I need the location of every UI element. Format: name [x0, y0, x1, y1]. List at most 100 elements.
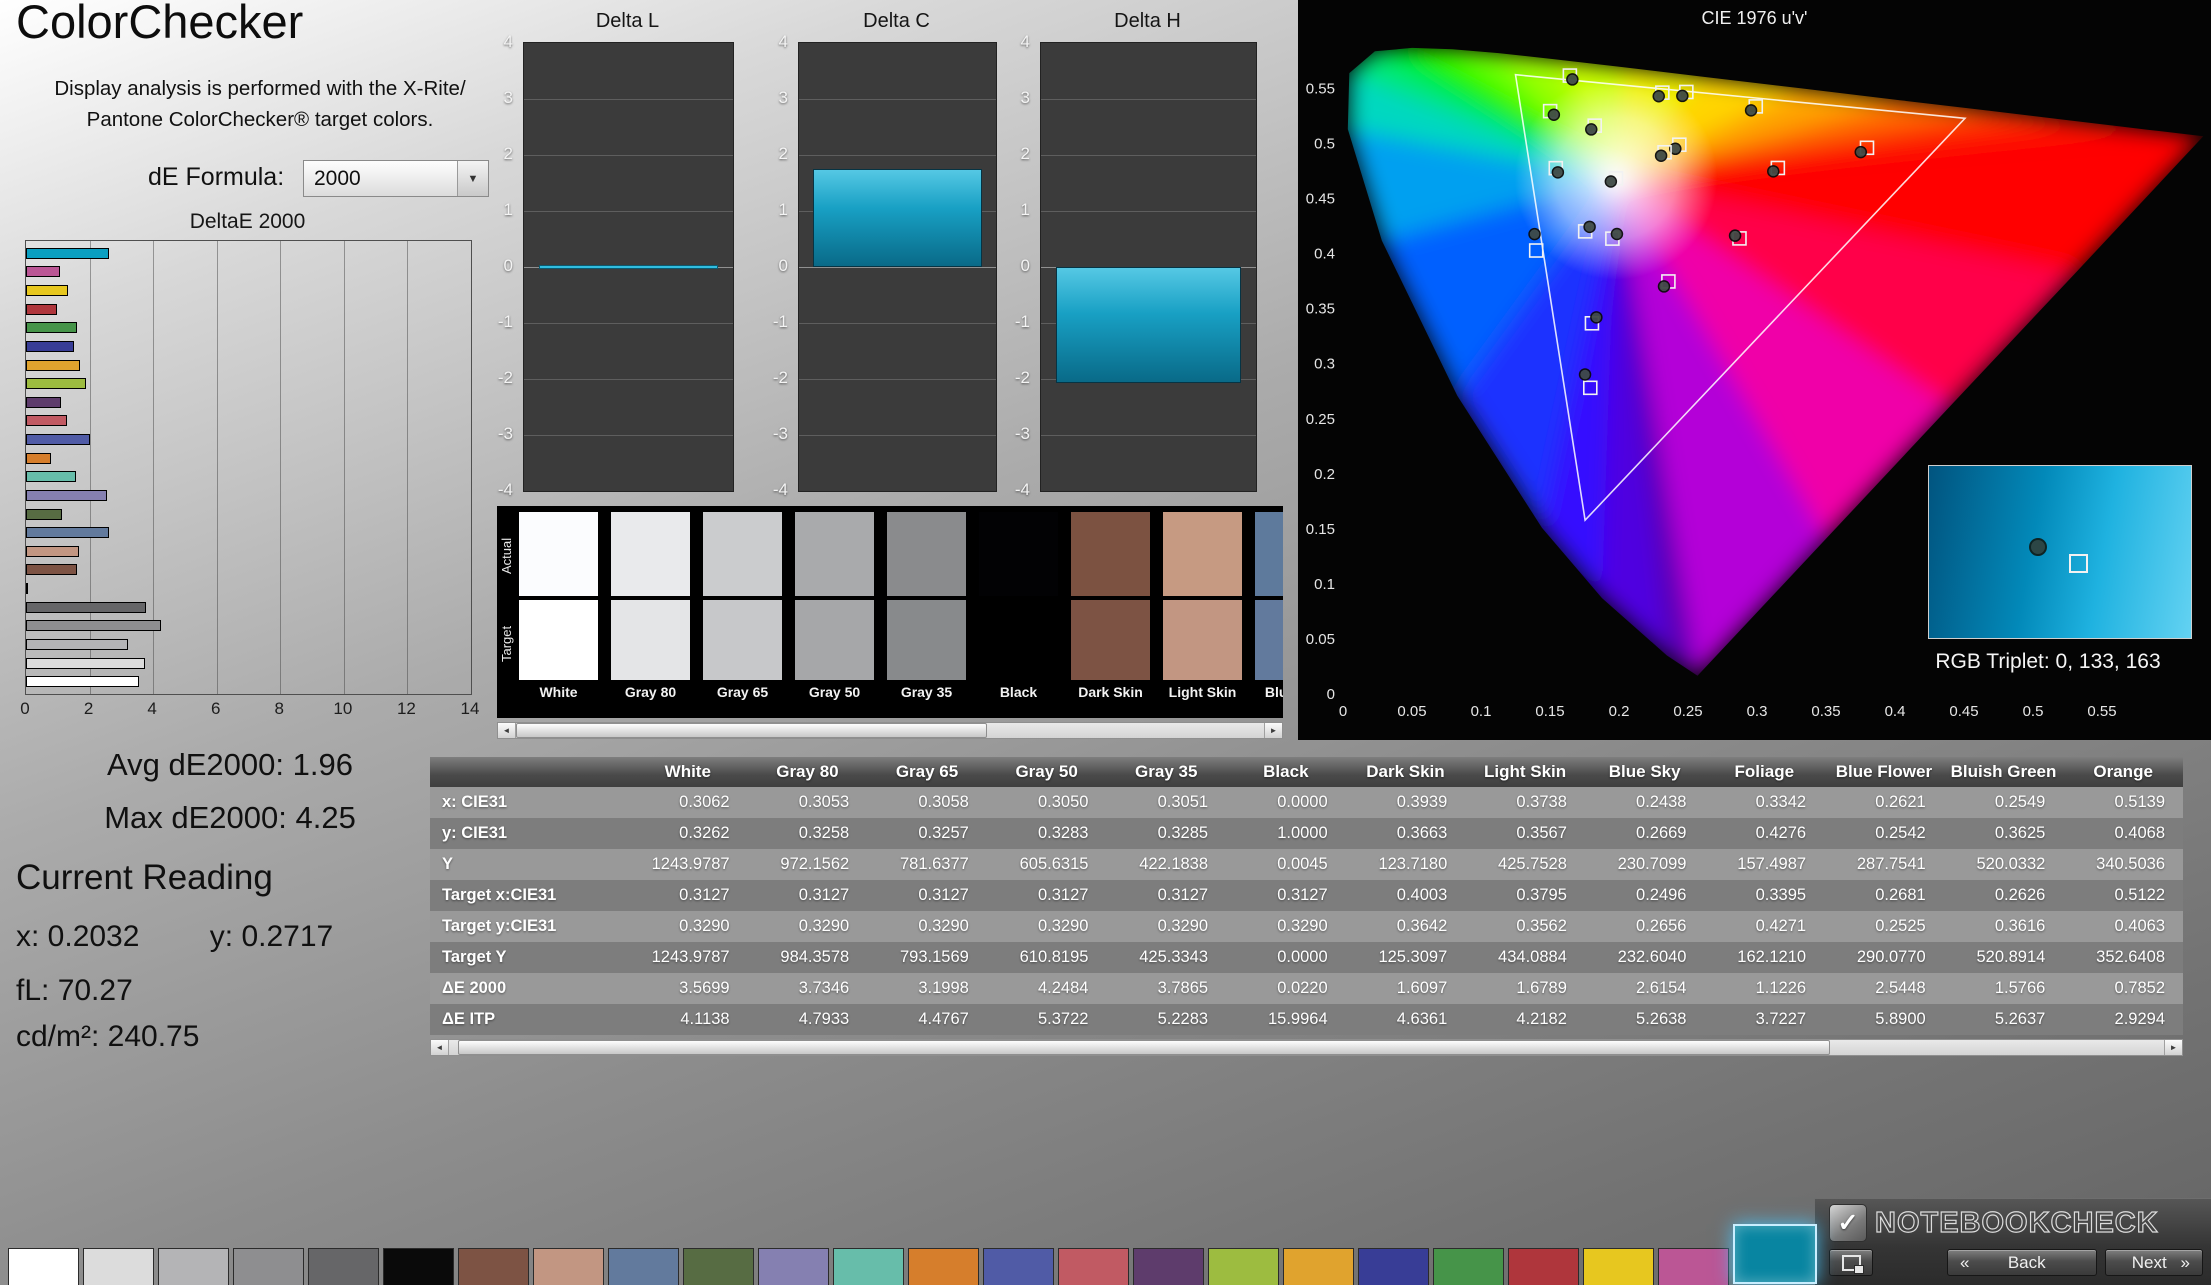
patch-red[interactable]: Red: [1508, 1248, 1579, 1285]
table-cell: 0.4068: [2063, 818, 2183, 849]
x-tick-label: 6: [210, 699, 221, 718]
column-header: Gray 80: [747, 757, 868, 787]
swatch-scrollbar-track[interactable]: [516, 723, 1264, 738]
patch-gray-50[interactable]: Gray 50: [233, 1248, 304, 1285]
patch-blue-flower[interactable]: Blue Flower: [758, 1248, 829, 1285]
table-scrollbar-track[interactable]: [449, 1040, 2164, 1055]
patch-foliage[interactable]: Foliage: [683, 1248, 754, 1285]
patch-swatch: [158, 1248, 229, 1285]
deltaE-chart-title: DeltaE 2000: [189, 210, 306, 233]
patch-black[interactable]: Black: [383, 1248, 454, 1285]
swatch-label: Gray 50: [808, 684, 861, 700]
patch-orange-yellow[interactable]: Orange Yellow: [1283, 1248, 1354, 1285]
table-cell: 0.3290: [867, 911, 987, 942]
patch-purple[interactable]: Purple: [1133, 1248, 1204, 1285]
deltaE-bar-blue-sky: [26, 527, 110, 539]
swatch-scrollbar-thumb[interactable]: [516, 723, 988, 738]
target-swatch: [979, 600, 1058, 680]
next-button[interactable]: Next »: [2105, 1249, 2203, 1276]
table-cell: 352.6408: [2063, 942, 2183, 973]
gridline: [799, 267, 996, 268]
patch-strip: WhiteGray 80Gray 65Gray 50Gray 35BlackDa…: [8, 1224, 1817, 1285]
table-cell: 0.3127: [867, 880, 987, 911]
swatch-label: Light Skin: [1168, 684, 1237, 700]
patch-moderate-red[interactable]: Moderate Red: [1058, 1248, 1129, 1285]
swatch-scrollbar[interactable]: ◄ ►: [497, 722, 1283, 739]
patch-gray-35[interactable]: Gray 35: [308, 1248, 379, 1285]
patch-cyan[interactable]: Cyan: [1733, 1224, 1817, 1285]
capture-button[interactable]: [1829, 1249, 1873, 1276]
bar-row: [26, 434, 471, 446]
table-cell: 0.4003: [1345, 880, 1466, 911]
table-scrollbar[interactable]: ◄ ►: [430, 1039, 2183, 1056]
bar-row: [26, 508, 471, 520]
x-tick-label: 12: [396, 699, 416, 718]
y-tick-label: 0.2: [1314, 466, 1335, 483]
gridline: [524, 323, 733, 324]
de-formula-value: 2000: [314, 166, 361, 190]
scroll-right-icon[interactable]: ►: [1264, 723, 1282, 738]
table-cell: 5.2638: [1584, 1004, 1705, 1035]
patch-magenta[interactable]: Magenta: [1658, 1248, 1729, 1285]
de-formula-dropdown[interactable]: 2000 ▼: [303, 160, 489, 197]
patch-yellow-green[interactable]: Yellow Green: [1208, 1248, 1279, 1285]
y-tick-label: 0.3: [1314, 356, 1335, 373]
bar-row: [26, 564, 471, 576]
scroll-left-icon[interactable]: ◄: [498, 723, 516, 738]
measured-marker-white: [1604, 175, 1618, 188]
table-cell: 0.3290: [1226, 911, 1346, 942]
patch-yellow[interactable]: Yellow: [1583, 1248, 1654, 1285]
table-cell: 0.3262: [628, 818, 748, 849]
measured-marker-light-skin: [1654, 149, 1668, 162]
patch-blue-sky[interactable]: Blue Sky: [608, 1248, 679, 1285]
table-cell: 0.3939: [1345, 787, 1466, 818]
table-row: x: CIE31 0.3062 0.3053 0.3058 0.3050 0.3051 0.…: [430, 787, 2183, 818]
current-x: x: 0.2032: [16, 920, 140, 953]
patch-dark-skin[interactable]: Dark Skin: [458, 1248, 529, 1285]
x-tick-label: 0.1: [1471, 703, 1492, 720]
patch-purplish-blue[interactable]: Purplish Blue: [983, 1248, 1054, 1285]
table-cell: 1.5766: [1943, 973, 2064, 1004]
gridline: [799, 99, 996, 100]
actual-swatch: [1163, 512, 1242, 596]
table-cell: 3.7346: [747, 973, 868, 1004]
y-tick-label: 1: [503, 200, 513, 219]
table-cell: 162.1210: [1704, 942, 1825, 973]
target-swatch: [1255, 600, 1283, 680]
subtitle-line1: Display analysis is performed with the X…: [54, 77, 466, 100]
patch-blue[interactable]: Blue: [1358, 1248, 1429, 1285]
swatch-gray-65: Gray 65: [703, 512, 782, 700]
patch-green[interactable]: Green: [1433, 1248, 1504, 1285]
page-title: ColorChecker: [16, 0, 304, 48]
patch-bluish-green[interactable]: Bluish Green: [833, 1248, 904, 1285]
scroll-right-icon[interactable]: ►: [2164, 1040, 2182, 1055]
patch-swatch: [833, 1248, 904, 1285]
delta-c-chart: [798, 42, 997, 492]
scroll-left-icon[interactable]: ◄: [431, 1040, 449, 1055]
delta-h-title: Delta H: [1114, 10, 1181, 32]
patch-white[interactable]: White: [8, 1248, 79, 1285]
gridline: [524, 211, 733, 212]
table-row: Target y:CIE31 0.3290 0.3290 0.3290 0.3290 0.…: [430, 911, 2183, 942]
actual-swatch: [795, 512, 874, 596]
bar-row: [26, 415, 471, 427]
measured-marker-blue-flower: [1610, 227, 1624, 241]
patch-swatch: [983, 1248, 1054, 1285]
table-cell: 0.3053: [747, 787, 868, 818]
table-cell: 0.2496: [1584, 880, 1705, 911]
patch-light-skin[interactable]: Light Skin: [533, 1248, 604, 1285]
table-cell: 232.6040: [1584, 942, 1705, 973]
table-scrollbar-thumb[interactable]: [457, 1040, 1830, 1055]
table-cell: 5.2283: [1106, 1004, 1227, 1035]
table-cell: 0.3051: [1106, 787, 1227, 818]
swatch-label: Black: [999, 684, 1038, 700]
y-tick-label: 1: [778, 200, 788, 219]
patch-swatch: [758, 1248, 829, 1285]
patch-orange[interactable]: Orange: [908, 1248, 979, 1285]
patch-gray-65[interactable]: Gray 65: [158, 1248, 229, 1285]
logo-text-right: CHECK: [2050, 1206, 2159, 1239]
target-swatch: [887, 600, 966, 680]
patch-gray-80[interactable]: Gray 80: [83, 1248, 154, 1285]
target-swatch: [519, 600, 598, 680]
back-button[interactable]: « Back: [1947, 1249, 2097, 1276]
